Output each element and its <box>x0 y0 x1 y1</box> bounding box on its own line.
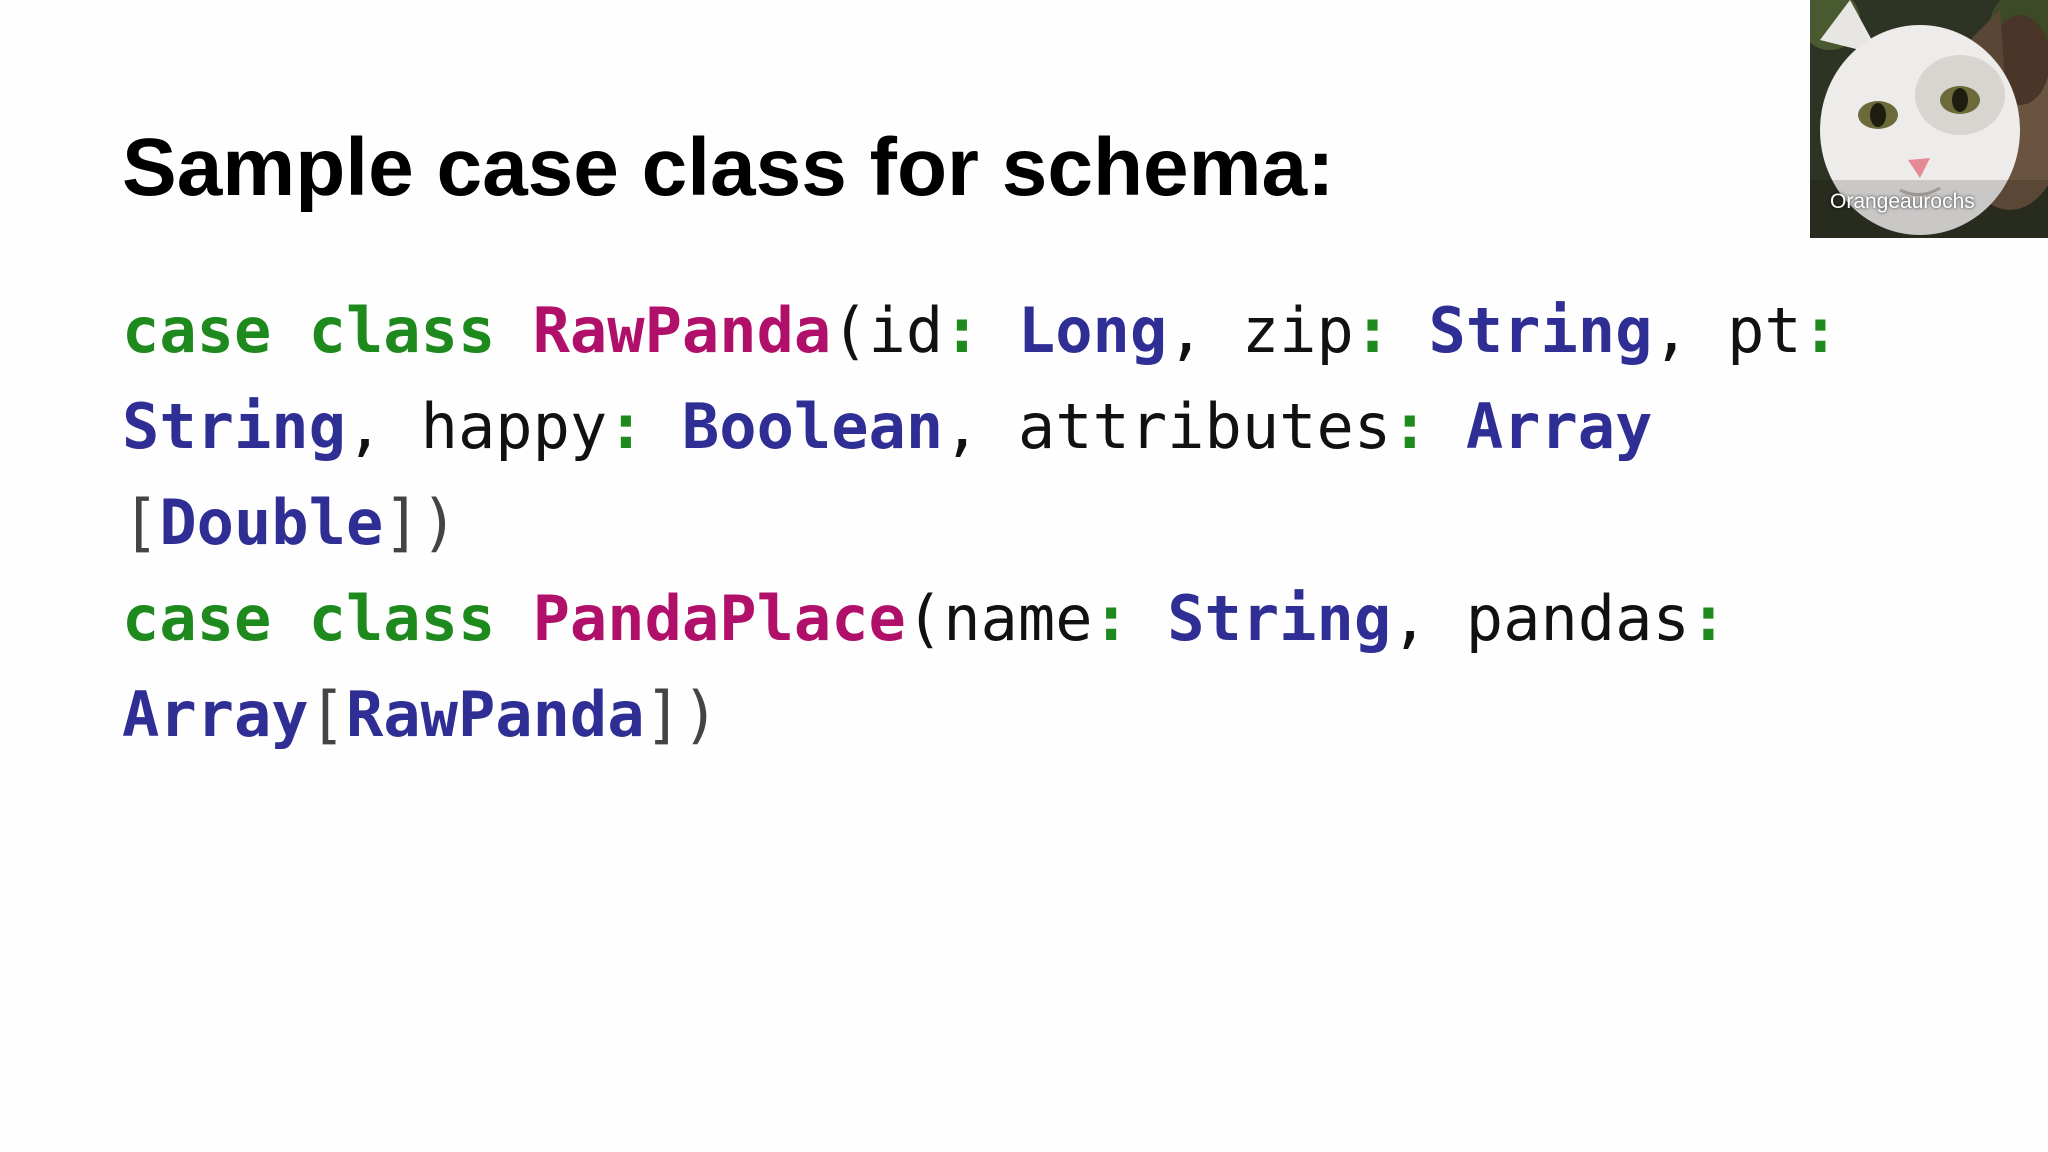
slide: Sample case class for schema: case class… <box>0 0 2048 1152</box>
type-token: Array <box>1465 390 1653 463</box>
colon-token: : <box>1801 294 1840 367</box>
code-text-token: , pt <box>1652 294 1802 367</box>
code-text-token: , happy <box>345 390 608 463</box>
code-text-token: (name <box>905 582 1093 655</box>
code-line: String, happy: Boolean, attributes: Arra… <box>122 379 1882 475</box>
code-text-token: , attributes <box>943 390 1392 463</box>
slide-title: Sample case class for schema: <box>122 122 1335 213</box>
colon-token: : <box>607 390 645 463</box>
type-token: Double <box>159 486 384 559</box>
colon-token: : <box>1092 582 1130 655</box>
colon-token: : <box>943 294 981 367</box>
type-token: Long <box>1017 294 1168 367</box>
type-token: Boolean <box>681 390 944 463</box>
speaker-webcam-video: Orangeaurochs <box>1810 0 2048 238</box>
bracket-token: [ <box>308 678 346 751</box>
bracket-token: ]) <box>644 678 720 751</box>
code-text-token: , zip <box>1167 294 1354 367</box>
class-name-token: PandaPlace <box>532 582 906 655</box>
code-block: case class RawPanda(id: Long, zip: Strin… <box>122 283 1882 763</box>
type-token: Array <box>122 678 309 751</box>
keyword-token: case class <box>122 294 533 367</box>
speaker-name-label: Orangeaurochs <box>1830 190 1975 213</box>
class-name-token: RawPanda <box>532 294 832 367</box>
code-text-token: , pandas <box>1391 582 1690 655</box>
colon-token: : <box>1391 390 1429 463</box>
bracket-token: ]) <box>383 486 458 559</box>
type-token: String <box>122 390 346 463</box>
code-line: case class PandaPlace(name: String, pand… <box>122 571 1882 667</box>
type-token: RawPanda <box>345 678 645 751</box>
code-line: case class RawPanda(id: Long, zip: Strin… <box>122 283 1882 379</box>
type-token: String <box>1428 294 1653 367</box>
code-line: Array[RawPanda]) <box>122 667 1882 763</box>
code-line: [Double]) <box>122 475 1882 571</box>
colon-token: : <box>1689 582 1728 655</box>
keyword-token: case class <box>122 582 533 655</box>
colon-token: : <box>1353 294 1392 367</box>
bracket-token: [ <box>122 486 160 559</box>
code-text-token: (id <box>831 294 944 367</box>
type-token: String <box>1167 582 1392 655</box>
